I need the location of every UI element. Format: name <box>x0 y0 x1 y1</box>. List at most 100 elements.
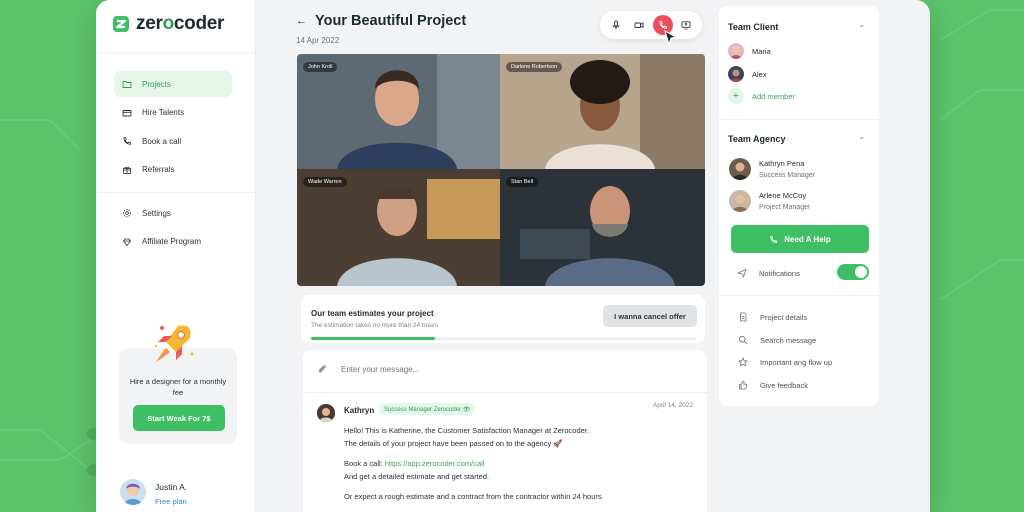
team-agency-heading: Team Agency <box>728 134 786 144</box>
call-controls <box>600 11 702 39</box>
divider <box>96 52 256 53</box>
avatar <box>728 43 744 59</box>
nav-label: Settings <box>142 208 171 218</box>
link-search-message[interactable]: Search message <box>738 335 816 345</box>
nav-item-settings[interactable]: Settings <box>114 200 232 226</box>
microphone-icon <box>612 20 620 29</box>
logo[interactable]: zerocoder <box>112 13 224 35</box>
participant-name: Darlene Robertson <box>506 62 563 72</box>
agent-role: Project Manager <box>759 204 811 211</box>
nav-label: Affiliate Program <box>142 237 201 247</box>
avatar <box>120 479 146 505</box>
video-call-grid: John Kroll Darlene Robertson Wade Warren <box>297 54 705 286</box>
agent-role: Success Manager <box>759 172 816 179</box>
promo-text: Hire a designer for a monthly fee <box>129 377 227 397</box>
agent-name: Kathryn Pena <box>759 159 805 168</box>
message-line: Hello! This is Katherine, the Customer S… <box>344 426 589 435</box>
nav-item-projects[interactable]: Projects <box>114 71 232 97</box>
nav-label: Referrals <box>142 165 175 175</box>
message-date: April 14, 2022 <box>652 402 693 409</box>
member-item[interactable]: Maria <box>728 43 771 59</box>
estimate-title: Our team estimates your project <box>311 309 434 318</box>
member-item[interactable]: Alex <box>728 66 767 82</box>
message-author: Kathryn <box>344 406 375 415</box>
send-icon <box>737 268 747 278</box>
mouse-cursor-icon <box>664 30 678 46</box>
add-member-label: Add member <box>752 91 795 101</box>
share-screen-icon <box>681 21 691 30</box>
end-call-icon <box>659 21 667 29</box>
project-date: 14 Apr 2022 <box>296 36 340 45</box>
message-input[interactable]: Enter your message... <box>317 364 419 374</box>
link-label: Give feedback <box>760 380 808 390</box>
participant-name: Stan Bell <box>506 177 539 187</box>
share-screen-button[interactable] <box>676 15 696 35</box>
back-arrow-icon[interactable]: ← <box>296 15 307 27</box>
card-icon <box>122 109 132 117</box>
agent-item[interactable]: Arlene McCoy Project Manager <box>729 190 810 212</box>
link-project-details[interactable]: Project details <box>738 312 807 322</box>
phone-icon <box>770 235 778 243</box>
nav-item-book-a-call[interactable]: Book a call <box>114 128 232 154</box>
avatar <box>729 158 751 180</box>
need-help-button[interactable]: Need A Help <box>731 225 869 253</box>
gear-icon <box>123 209 131 217</box>
add-member-button[interactable]: + Add member <box>728 88 795 104</box>
estimate-subtitle: The estimation takes no more than 24 hou… <box>311 322 439 329</box>
participant-name: John Kroll <box>303 62 338 72</box>
folder-icon <box>122 81 132 88</box>
divider <box>96 192 256 193</box>
video-tile[interactable]: Stan Bell <box>500 169 705 286</box>
message-placeholder: Enter your message... <box>341 364 420 374</box>
link-label: Search message <box>760 335 817 345</box>
phone-icon <box>123 137 131 145</box>
estimate-card: Our team estimates your project The esti… <box>301 295 705 343</box>
nav-item-affiliate-program[interactable]: Affiliate Program <box>114 229 232 255</box>
message-line: Book a call: https://app.zerocoder.com/c… <box>344 459 485 468</box>
nav-item-hire-talents[interactable]: Hire Talents <box>114 100 232 126</box>
link-give-feedback[interactable]: Give feedback <box>738 380 808 390</box>
link-label: Project details <box>760 312 808 322</box>
progress-fill <box>311 337 435 340</box>
message-line: The details of your project have been pa… <box>344 439 563 448</box>
avatar <box>728 66 744 82</box>
user-name: Justin A. <box>155 482 188 492</box>
camera-button[interactable] <box>629 15 649 35</box>
role-badge: Success Manager Zerocoder 👁 <box>379 403 476 415</box>
main-nav: Projects Hire Talents Book a call Referr… <box>114 71 232 185</box>
chevron-down-icon[interactable]: ⌄ <box>858 20 865 29</box>
video-tile[interactable]: Wade Warren <box>297 169 500 286</box>
video-tile[interactable]: Darlene Robertson <box>500 54 705 169</box>
video-tile[interactable]: John Kroll <box>297 54 500 169</box>
divider <box>719 295 879 296</box>
avatar <box>317 404 335 422</box>
agent-item[interactable]: Kathryn Pena Success Manager <box>729 158 815 180</box>
message-line: Or expect a rough estimate and a contrac… <box>344 492 604 501</box>
chevron-down-icon[interactable]: ⌄ <box>858 132 865 141</box>
link-label: Important ang flow up <box>760 357 833 367</box>
attachment-icon[interactable] <box>317 364 327 374</box>
rocket-illustration <box>154 325 194 362</box>
diamond-icon <box>122 238 132 246</box>
team-panel: Team Client ⌄ Maria Alex + Add member Te… <box>719 6 879 406</box>
divider <box>719 119 879 120</box>
link-important-flow-up[interactable]: Important ang flow up <box>738 357 832 367</box>
nav-label: Projects <box>142 79 171 89</box>
nav-item-referrals[interactable]: Referrals <box>114 157 232 183</box>
cancel-offer-button[interactable]: I wanna cancel offer <box>603 305 697 327</box>
microphone-button[interactable] <box>606 15 626 35</box>
user-plan[interactable]: Free plan <box>155 497 187 506</box>
camera-icon <box>634 22 644 29</box>
start-week-button[interactable]: Start Weak For 7$ <box>133 405 225 431</box>
user-profile[interactable]: Justin A. Free plan <box>120 479 187 506</box>
message-line: And get a detailed estimate and get star… <box>344 472 490 481</box>
help-label: Need A Help <box>784 234 831 244</box>
call-link[interactable]: https://app.zerocoder.com/call <box>385 459 485 468</box>
sidebar: zerocoder Projects Hire Talents Book a c… <box>96 0 256 512</box>
star-icon <box>738 357 748 367</box>
nav-label: Hire Talents <box>142 108 185 118</box>
notifications-toggle[interactable] <box>837 264 869 280</box>
zerocoder-logo-icon <box>113 16 129 32</box>
divider <box>303 392 707 393</box>
chat-panel: Enter your message... Kathryn Success Ma… <box>303 350 707 512</box>
